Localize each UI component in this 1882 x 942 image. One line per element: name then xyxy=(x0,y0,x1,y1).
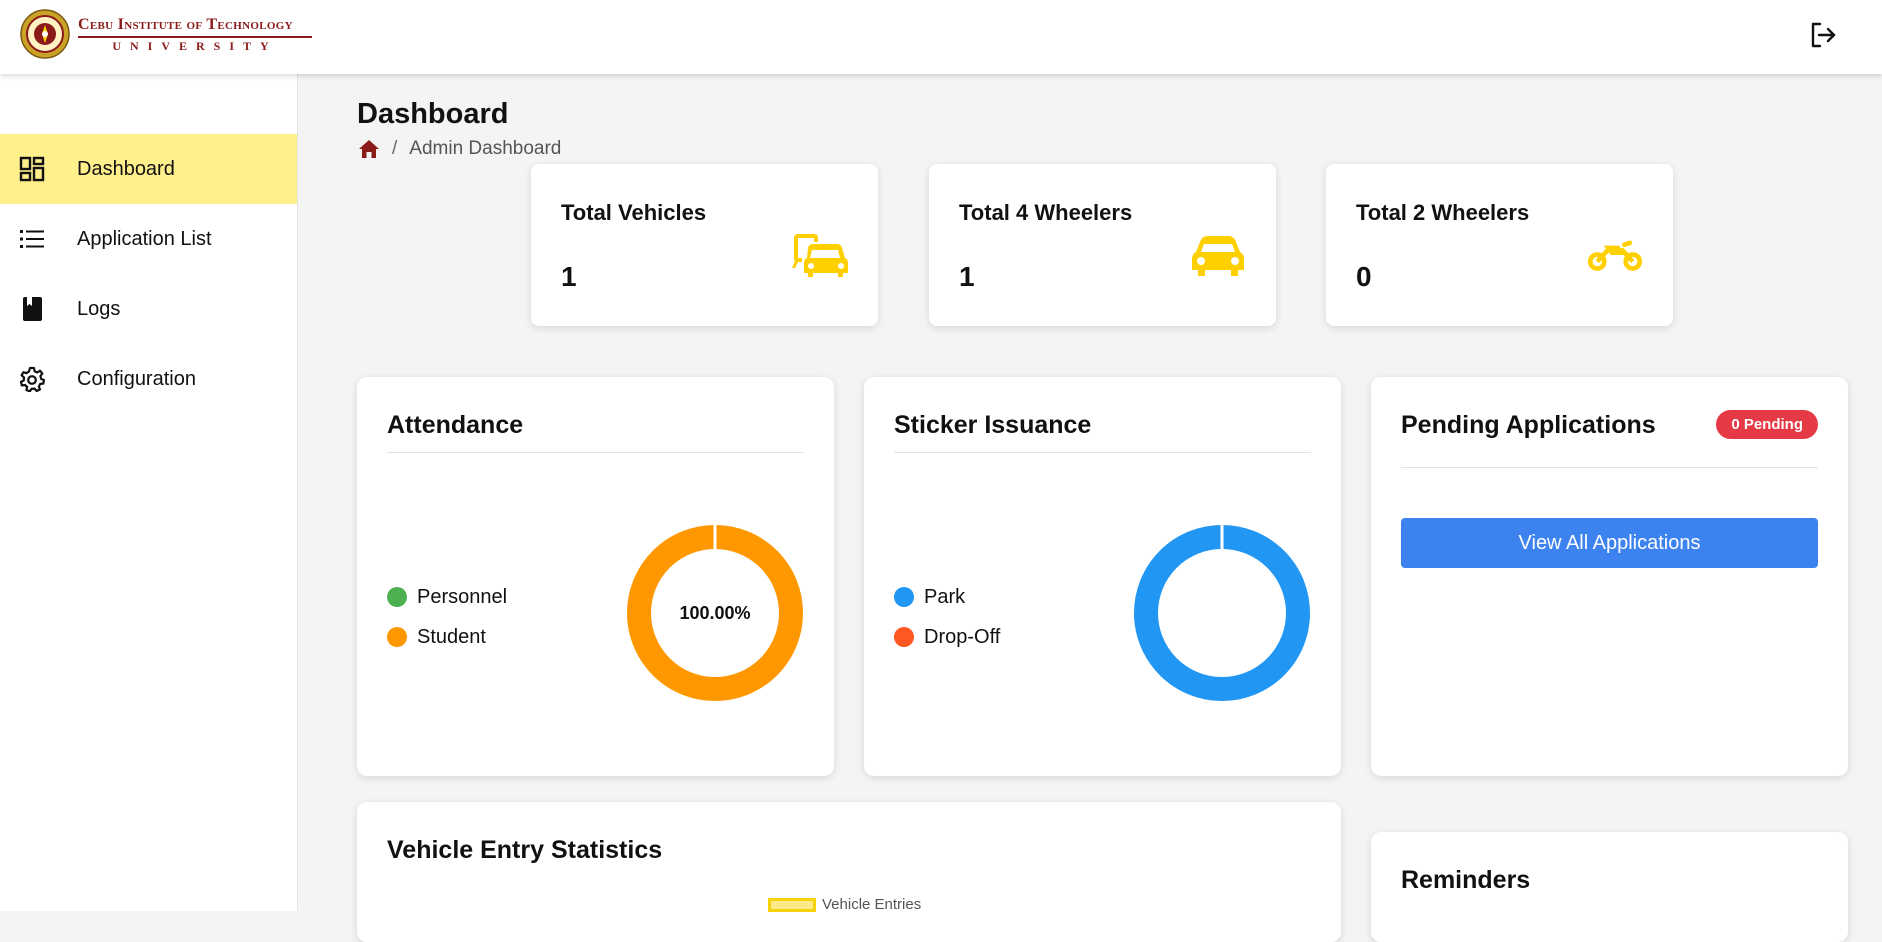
logo-name: Cebu Institute of Technology xyxy=(78,15,293,33)
sticker-issuance-title: Sticker Issuance xyxy=(894,411,1092,439)
stat-label: Total 2 Wheelers xyxy=(1356,200,1530,225)
legend-item-park[interactable]: Park xyxy=(894,577,1000,617)
motorcycle-icon xyxy=(1587,240,1643,271)
page-title: Dashboard xyxy=(357,98,509,130)
sidebar-item-configuration[interactable]: Configuration xyxy=(0,344,297,414)
sticker-donut-chart xyxy=(1132,523,1312,703)
legend-swatch xyxy=(894,587,914,607)
pending-applications-title: Pending Applications xyxy=(1401,411,1656,439)
sticker-issuance-panel: Sticker Issuance Park Drop-Off xyxy=(864,377,1341,776)
attendance-title: Attendance xyxy=(387,411,524,439)
breadcrumb-separator: / xyxy=(392,138,398,159)
legend-label: Student xyxy=(417,625,486,648)
sidebar-item-logs[interactable]: Logs xyxy=(0,274,297,344)
legend-item-student[interactable]: Student xyxy=(387,617,507,657)
legend-item-drop-off[interactable]: Drop-Off xyxy=(894,617,1000,657)
sidebar-item-label: Configuration xyxy=(77,367,196,390)
stat-label: Total Vehicles xyxy=(561,200,707,225)
sidebar-item-label: Dashboard xyxy=(77,157,175,180)
stat-card-total-4-wheelers: Total 4 Wheelers 1 xyxy=(929,164,1276,326)
sidebar: Dashboard Application List Logs Configur… xyxy=(0,74,298,911)
view-all-applications-button[interactable]: View All Applications xyxy=(1401,518,1818,568)
breadcrumb: / Admin Dashboard xyxy=(358,138,561,160)
stat-card-total-2-wheelers: Total 2 Wheelers 0 xyxy=(1326,164,1673,326)
legend-label: Park xyxy=(924,585,966,608)
home-icon[interactable] xyxy=(358,138,380,160)
attendance-legend: Personnel Student xyxy=(387,577,507,657)
university-seal-icon xyxy=(20,9,70,59)
top-bar: Cebu Institute of Technology UNIVERSITY xyxy=(0,0,1882,74)
legend-label: Drop-Off xyxy=(924,625,1001,648)
car-icon xyxy=(1192,236,1244,276)
sticker-donut-svg xyxy=(1134,524,1310,701)
stat-value: 1 xyxy=(959,261,975,292)
sidebar-item-dashboard[interactable]: Dashboard xyxy=(0,134,297,204)
reminders-title: Reminders xyxy=(1401,866,1531,894)
logout-icon[interactable] xyxy=(1808,20,1838,50)
vehicle-entry-statistics-panel: Vehicle Entry Statistics Vehicle Entries xyxy=(357,802,1341,942)
stat-value: 1 xyxy=(561,261,577,292)
gear-icon xyxy=(19,366,45,392)
university-logo[interactable]: Cebu Institute of Technology UNIVERSITY xyxy=(20,9,312,59)
attendance-panel: Attendance Personnel Student 100.00% xyxy=(357,377,834,776)
sidebar-item-label: Application List xyxy=(77,227,212,250)
sticker-legend: Park Drop-Off xyxy=(894,577,1000,657)
legend-label: Personnel xyxy=(417,585,508,608)
sidebar-item-application-list[interactable]: Application List xyxy=(0,204,297,274)
legend-swatch xyxy=(387,627,407,647)
dashboard-icon xyxy=(19,156,45,182)
pending-applications-panel: Pending Applications 0 Pending View All … xyxy=(1371,377,1848,776)
reminders-panel: Reminders xyxy=(1371,832,1848,942)
legend-item-personnel[interactable]: Personnel xyxy=(387,577,507,617)
logo-subname: UNIVERSITY xyxy=(112,38,278,53)
vehicles-icon xyxy=(792,234,848,277)
legend-swatch xyxy=(894,627,914,647)
donut-center-label: 100.00% xyxy=(679,602,751,623)
vehicle-entry-statistics-title: Vehicle Entry Statistics xyxy=(387,836,663,864)
vehicle-entries-legend[interactable]: Vehicle Entries xyxy=(768,896,921,913)
legend-label: Vehicle Entries xyxy=(822,896,922,913)
sticker-slice-park[interactable] xyxy=(1134,525,1310,701)
stat-label: Total 4 Wheelers xyxy=(959,200,1133,225)
legend-swatch xyxy=(768,897,816,912)
attendance-donut-chart: 100.00% xyxy=(625,523,805,703)
list-icon xyxy=(20,230,44,248)
stat-value: 0 xyxy=(1356,261,1372,292)
breadcrumb-current: Admin Dashboard xyxy=(409,138,562,159)
pending-count-badge: 0 Pending xyxy=(1716,410,1818,439)
legend-swatch xyxy=(387,587,407,607)
sidebar-item-label: Logs xyxy=(77,297,121,320)
stat-card-total-vehicles: Total Vehicles 1 xyxy=(531,164,878,326)
book-icon xyxy=(23,297,42,321)
